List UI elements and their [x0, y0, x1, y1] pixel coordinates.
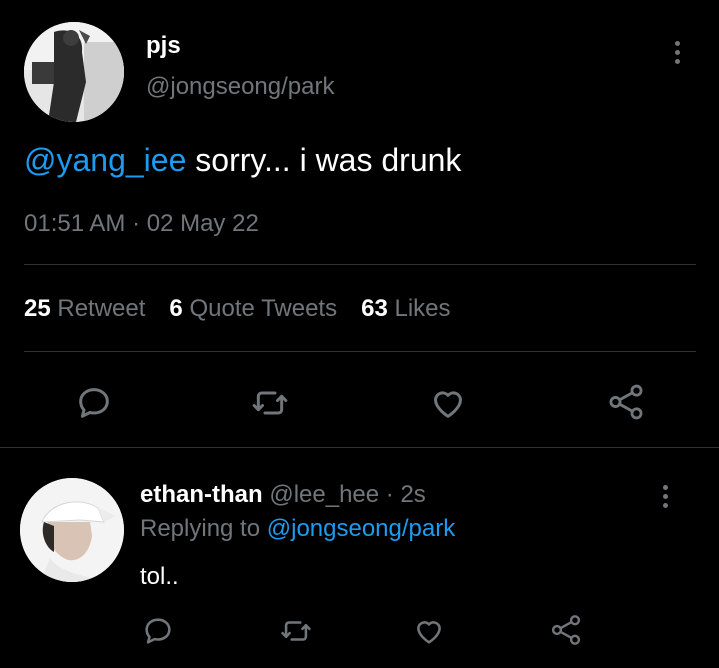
reply-more-options-button[interactable]	[663, 485, 668, 508]
share-icon	[551, 615, 581, 645]
reply-text: tol..	[140, 563, 179, 590]
more-options-button[interactable]	[675, 41, 680, 64]
author-name[interactable]: pjs	[146, 32, 181, 60]
likes-stat[interactable]: 63 Likes	[361, 295, 450, 322]
author-handle[interactable]: @jongseong/park	[146, 73, 334, 101]
reply-icon	[145, 618, 171, 644]
tweet-body: sorry... i was drunk	[186, 142, 462, 178]
tweet-text: @yang_iee sorry... i was drunk	[24, 142, 461, 179]
quotes-stat[interactable]: 6 Quote Tweets	[169, 295, 337, 322]
tweet-stats: 25 Retweet 6 Quote Tweets 63 Likes	[24, 295, 451, 323]
reply-like-button[interactable]	[412, 614, 446, 648]
divider	[24, 351, 696, 352]
like-icon	[417, 621, 441, 644]
reply-author-avatar[interactable]	[20, 478, 124, 582]
replying-to: Replying to @jongseong/park	[140, 515, 456, 542]
retweet-icon	[252, 391, 288, 415]
reply-reply-button[interactable]	[141, 614, 175, 648]
reply-retweet-button[interactable]	[279, 614, 313, 648]
replying-to-link[interactable]: @jongseong/park	[267, 515, 455, 542]
retweet-icon	[281, 621, 311, 641]
tweet-timestamp[interactable]: 01:51 AM · 02 May 22	[24, 210, 259, 238]
reply-author-handle[interactable]: @lee_hee	[269, 481, 379, 508]
reply-icon	[79, 388, 109, 418]
author-avatar[interactable]	[24, 22, 124, 122]
reply-header: ethan-than @lee_hee · 2s	[140, 481, 426, 509]
reply-button[interactable]	[74, 383, 114, 423]
reply-share-button[interactable]	[548, 612, 584, 648]
reply-author-name[interactable]: ethan-than	[140, 481, 263, 508]
divider	[24, 264, 696, 265]
retweet-button[interactable]	[250, 383, 290, 423]
more-vertical-icon	[663, 485, 668, 490]
like-button[interactable]	[428, 383, 468, 423]
more-vertical-icon	[675, 41, 680, 46]
retweets-stat[interactable]: 25 Retweet	[24, 295, 145, 322]
reply-time: · 2s	[385, 481, 426, 508]
share-icon	[609, 384, 643, 420]
share-button[interactable]	[605, 381, 647, 423]
like-icon	[434, 391, 462, 418]
divider	[0, 447, 719, 448]
mention-link[interactable]: @yang_iee	[24, 142, 186, 178]
